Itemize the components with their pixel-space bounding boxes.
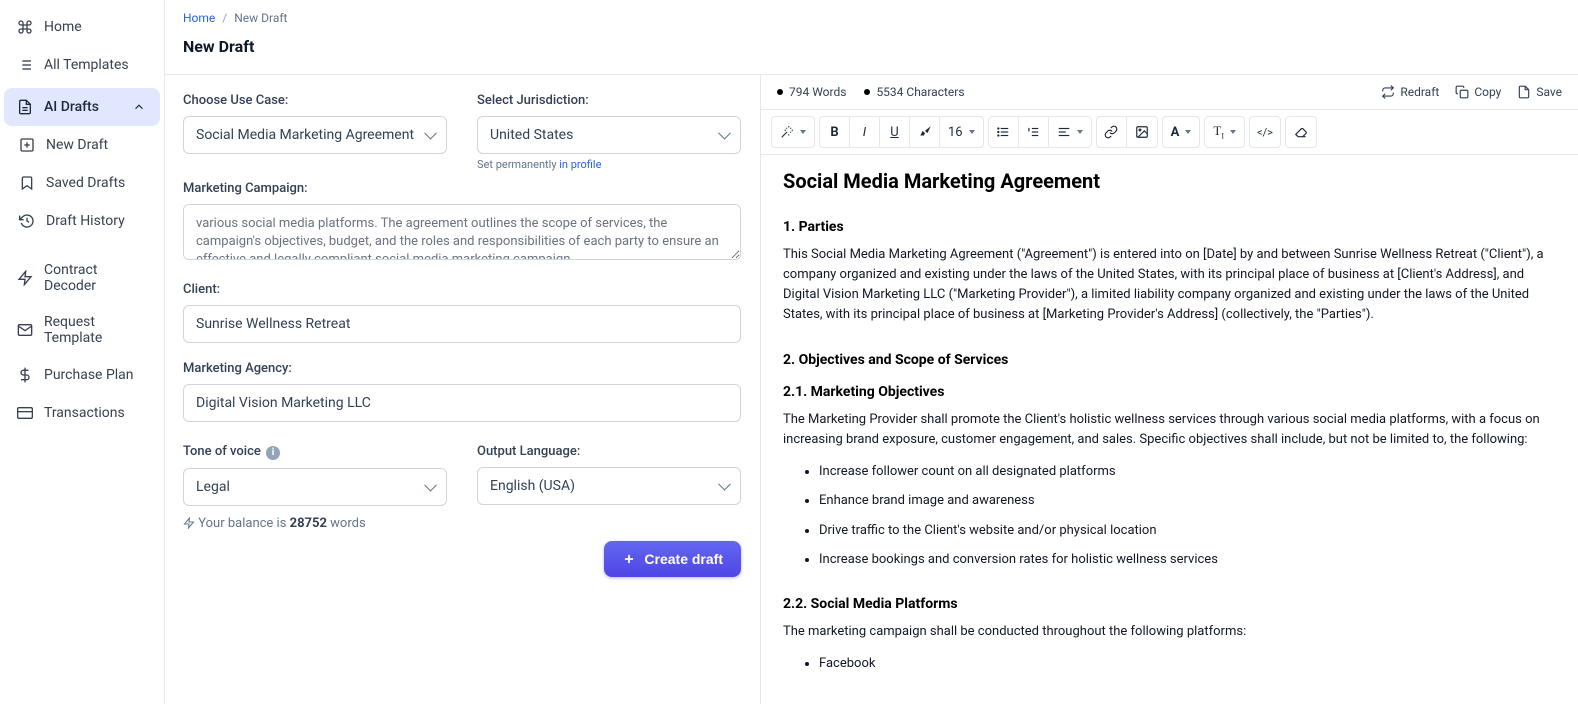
doc-subheading: 2.1. Marketing Objectives xyxy=(783,384,1556,400)
doc-list-item: Increase follower count on all designate… xyxy=(819,462,1556,482)
tone-label: Tone of voice i xyxy=(183,444,447,460)
plus-square-icon xyxy=(18,136,36,154)
sidebar: Home All Templates AI Drafts xyxy=(0,0,165,704)
outlang-select[interactable]: English (USA) xyxy=(477,467,741,505)
italic-button[interactable]: I xyxy=(850,117,880,147)
underline-button[interactable]: U xyxy=(880,117,910,147)
file-text-icon xyxy=(16,98,34,116)
align-button[interactable] xyxy=(1049,117,1091,147)
breadcrumb: Home / New Draft xyxy=(165,0,1578,27)
doc-list-item: Enhance brand image and awareness xyxy=(819,491,1556,511)
history-icon xyxy=(18,212,36,230)
highlight-button[interactable] xyxy=(910,117,940,147)
use-case-select[interactable]: Social Media Marketing Agreement xyxy=(183,116,447,154)
number-list-button[interactable] xyxy=(1019,117,1049,147)
form-panel: Choose Use Case: Social Media Marketing … xyxy=(165,75,760,704)
nav-label: New Draft xyxy=(46,137,108,153)
breadcrumb-home[interactable]: Home xyxy=(183,11,215,25)
agency-input[interactable] xyxy=(183,384,741,422)
client-label: Client: xyxy=(183,282,741,297)
magic-wand-button[interactable] xyxy=(772,117,814,147)
nav-transactions[interactable]: Transactions xyxy=(4,394,160,432)
jurisdiction-helper: Set permanently in profile xyxy=(477,158,741,171)
doc-list-item: Drive traffic to the Client's website an… xyxy=(819,521,1556,541)
nav-home[interactable]: Home xyxy=(4,8,160,46)
nav-label: Home xyxy=(44,19,82,35)
nav-label: Saved Drafts xyxy=(46,175,125,191)
bookmark-icon xyxy=(18,174,36,192)
zap-icon xyxy=(16,269,34,287)
doc-list-item: Facebook xyxy=(819,654,1556,674)
agency-label: Marketing Agency: xyxy=(183,361,741,376)
text-style-button[interactable]: TI xyxy=(1205,117,1244,147)
nav-saved-drafts[interactable]: Saved Drafts xyxy=(4,164,160,202)
use-case-label: Choose Use Case: xyxy=(183,93,447,108)
nav-request-template[interactable]: Request Template xyxy=(4,304,160,356)
dollar-icon xyxy=(16,366,34,384)
jurisdiction-select[interactable]: United States xyxy=(477,116,741,154)
profile-link[interactable]: in profile xyxy=(559,158,601,171)
editor-toolbar: B I U 16 xyxy=(761,110,1578,155)
nav-label: Request Template xyxy=(44,314,148,346)
doc-paragraph: The Marketing Provider shall promote the… xyxy=(783,410,1556,450)
nav-label: All Templates xyxy=(44,57,129,73)
doc-paragraph: The marketing campaign shall be conducte… xyxy=(783,622,1556,642)
nav-draft-history[interactable]: Draft History xyxy=(4,202,160,240)
campaign-textarea[interactable] xyxy=(183,204,741,260)
doc-heading: 2. Objectives and Scope of Services xyxy=(783,352,1556,368)
nav-label: Contract Decoder xyxy=(44,262,148,294)
breadcrumb-sep: / xyxy=(222,11,227,25)
eraser-button[interactable] xyxy=(1286,117,1316,147)
redraft-button[interactable]: Redraft xyxy=(1381,85,1439,99)
credit-card-icon xyxy=(16,404,34,422)
document-area[interactable]: Social Media Marketing Agreement 1. Part… xyxy=(761,155,1578,704)
doc-paragraph: This Social Media Marketing Agreement ("… xyxy=(783,245,1556,326)
balance-text: Your balance is 28752 words xyxy=(183,516,741,531)
nav-label: AI Drafts xyxy=(44,99,99,115)
char-count: 5534 Characters xyxy=(864,85,964,99)
save-button[interactable]: Save xyxy=(1517,85,1562,99)
copy-button[interactable]: Copy xyxy=(1455,85,1501,99)
nav-label: Draft History xyxy=(46,213,125,229)
campaign-label: Marketing Campaign: xyxy=(183,181,741,196)
text-color-button[interactable]: A xyxy=(1163,117,1200,147)
page-title: New Draft xyxy=(165,27,1578,74)
link-button[interactable] xyxy=(1097,117,1127,147)
code-button[interactable]: </> xyxy=(1250,117,1280,147)
bullet-list-button[interactable] xyxy=(989,117,1019,147)
doc-title: Social Media Marketing Agreement xyxy=(783,169,1556,193)
bold-button[interactable]: B xyxy=(820,117,850,147)
nav-all-templates[interactable]: All Templates xyxy=(4,46,160,84)
info-icon: i xyxy=(266,446,280,460)
word-count: 794 Words xyxy=(777,85,846,99)
mail-icon xyxy=(16,321,34,339)
doc-subheading: 2.2. Social Media Platforms xyxy=(783,596,1556,612)
nav-new-draft[interactable]: New Draft xyxy=(4,126,160,164)
nav-ai-drafts[interactable]: AI Drafts xyxy=(4,88,160,126)
client-input[interactable] xyxy=(183,305,741,343)
nav-purchase-plan[interactable]: Purchase Plan xyxy=(4,356,160,394)
command-icon xyxy=(16,18,34,36)
list-icon xyxy=(16,56,34,74)
jurisdiction-label: Select Jurisdiction: xyxy=(477,93,741,108)
doc-heading: 1. Parties xyxy=(783,219,1556,235)
output-panel: 794 Words 5534 Characters Redraft Copy xyxy=(760,75,1578,704)
nav-contract-decoder[interactable]: Contract Decoder xyxy=(4,252,160,304)
breadcrumb-current: New Draft xyxy=(234,11,287,25)
create-draft-button[interactable]: Create draft xyxy=(604,541,741,577)
nav-label: Transactions xyxy=(44,405,125,421)
tone-select[interactable]: Legal xyxy=(183,468,447,506)
image-button[interactable] xyxy=(1127,117,1157,147)
nav-label: Purchase Plan xyxy=(44,367,134,383)
chevron-up-icon xyxy=(130,98,148,116)
outlang-label: Output Language: xyxy=(477,444,741,459)
font-size-select[interactable]: 16 xyxy=(940,117,983,147)
doc-list-item: Increase bookings and conversion rates f… xyxy=(819,550,1556,570)
